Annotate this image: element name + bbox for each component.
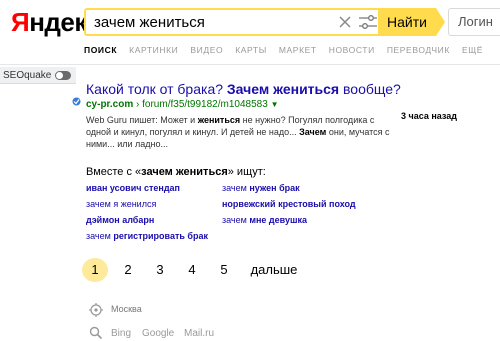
- tab-maps[interactable]: КАРТЫ: [235, 44, 267, 58]
- result-title-link[interactable]: Какой толк от брака? Зачем жениться вооб…: [86, 81, 496, 97]
- login-button[interactable]: Логин: [448, 8, 500, 36]
- result-url[interactable]: cy-pr.com › forum/f35/t99182/m1048583 ▼: [86, 98, 496, 111]
- tab-more[interactable]: ЕЩЁ: [462, 44, 483, 58]
- clear-icon[interactable]: [336, 13, 354, 31]
- search-tabs: ПОИСК КАРТИНКИ ВИДЕО КАРТЫ МАРКЕТ НОВОСТ…: [84, 44, 495, 58]
- tab-video[interactable]: ВИДЕО: [190, 44, 223, 58]
- seoquake-label: SEOquake: [3, 70, 52, 81]
- engine-link-mailru[interactable]: Mail.ru: [184, 328, 214, 339]
- result-menu-arrow-icon[interactable]: ▼: [271, 100, 279, 109]
- tab-translator[interactable]: ПЕРЕВОДЧИК: [387, 44, 450, 58]
- related-searches: Вместе с «зачем жениться» ищут: иван усо…: [86, 166, 406, 243]
- related-link[interactable]: дэймон албарн: [86, 215, 154, 226]
- snippet-part: Web Guru пишет: Может и: [86, 115, 198, 125]
- tab-images[interactable]: КАРТИНКИ: [129, 44, 178, 58]
- filter-settings-icon[interactable]: [358, 14, 378, 30]
- related-link[interactable]: зачем я женился: [86, 199, 156, 210]
- tabs-divider: [0, 64, 500, 65]
- engine-link-google[interactable]: Google: [142, 328, 174, 339]
- result-title-bold: Зачем жениться: [226, 81, 340, 97]
- snippet-highlight: жениться: [197, 115, 241, 125]
- result-title-post: вообще?: [339, 81, 401, 97]
- tab-search[interactable]: ПОИСК: [84, 44, 117, 58]
- result-snippet: Web Guru пишет: Может и жениться не нужн…: [86, 114, 396, 150]
- seoquake-panel: SEOquake: [0, 67, 76, 84]
- related-heading-pre: Вместе с «: [86, 166, 142, 178]
- page-5[interactable]: 5: [218, 258, 230, 282]
- snippet-highlight: Зачем: [299, 127, 327, 137]
- engine-link-bing[interactable]: Bing: [111, 328, 131, 339]
- seoquake-toggle[interactable]: [55, 71, 71, 80]
- result-favicon-icon: [72, 97, 81, 106]
- search-input[interactable]: [86, 10, 326, 34]
- tab-market[interactable]: МАРКЕТ: [279, 44, 317, 58]
- related-link[interactable]: норвежский крестовый поход: [222, 199, 356, 210]
- result-timestamp: 3 часа назад: [401, 111, 457, 121]
- search-icon: [89, 326, 103, 340]
- result-path: › forum/f35/t99182/m1048583: [133, 99, 268, 110]
- logo-first-letter: Я: [11, 7, 30, 37]
- related-heading: Вместе с «зачем жениться» ищут:: [86, 166, 406, 179]
- related-heading-post: » ищут:: [227, 166, 266, 178]
- page-3[interactable]: 3: [154, 258, 166, 282]
- next-page-link[interactable]: дальше: [250, 258, 298, 282]
- page-4[interactable]: 4: [186, 258, 198, 282]
- result-title-pre: Какой толк от брака?: [86, 81, 227, 97]
- tab-news[interactable]: НОВОСТИ: [329, 44, 375, 58]
- page-1-current[interactable]: 1: [82, 258, 108, 282]
- location-link[interactable]: Москва: [111, 304, 142, 314]
- related-link[interactable]: зачем нужен брак: [222, 183, 300, 194]
- related-grid: иван усович стендап зачем нужен брак зач…: [86, 183, 406, 243]
- page-2[interactable]: 2: [122, 258, 134, 282]
- search-button[interactable]: Найти: [378, 8, 445, 36]
- related-heading-query: зачем жениться: [141, 166, 228, 178]
- related-link[interactable]: зачем мне девушка: [222, 215, 307, 226]
- result-host: cy-pr.com: [86, 99, 134, 110]
- related-link[interactable]: зачем регистрировать брак: [86, 231, 208, 242]
- related-link[interactable]: иван усович стендап: [86, 183, 180, 194]
- location-icon: [89, 303, 103, 317]
